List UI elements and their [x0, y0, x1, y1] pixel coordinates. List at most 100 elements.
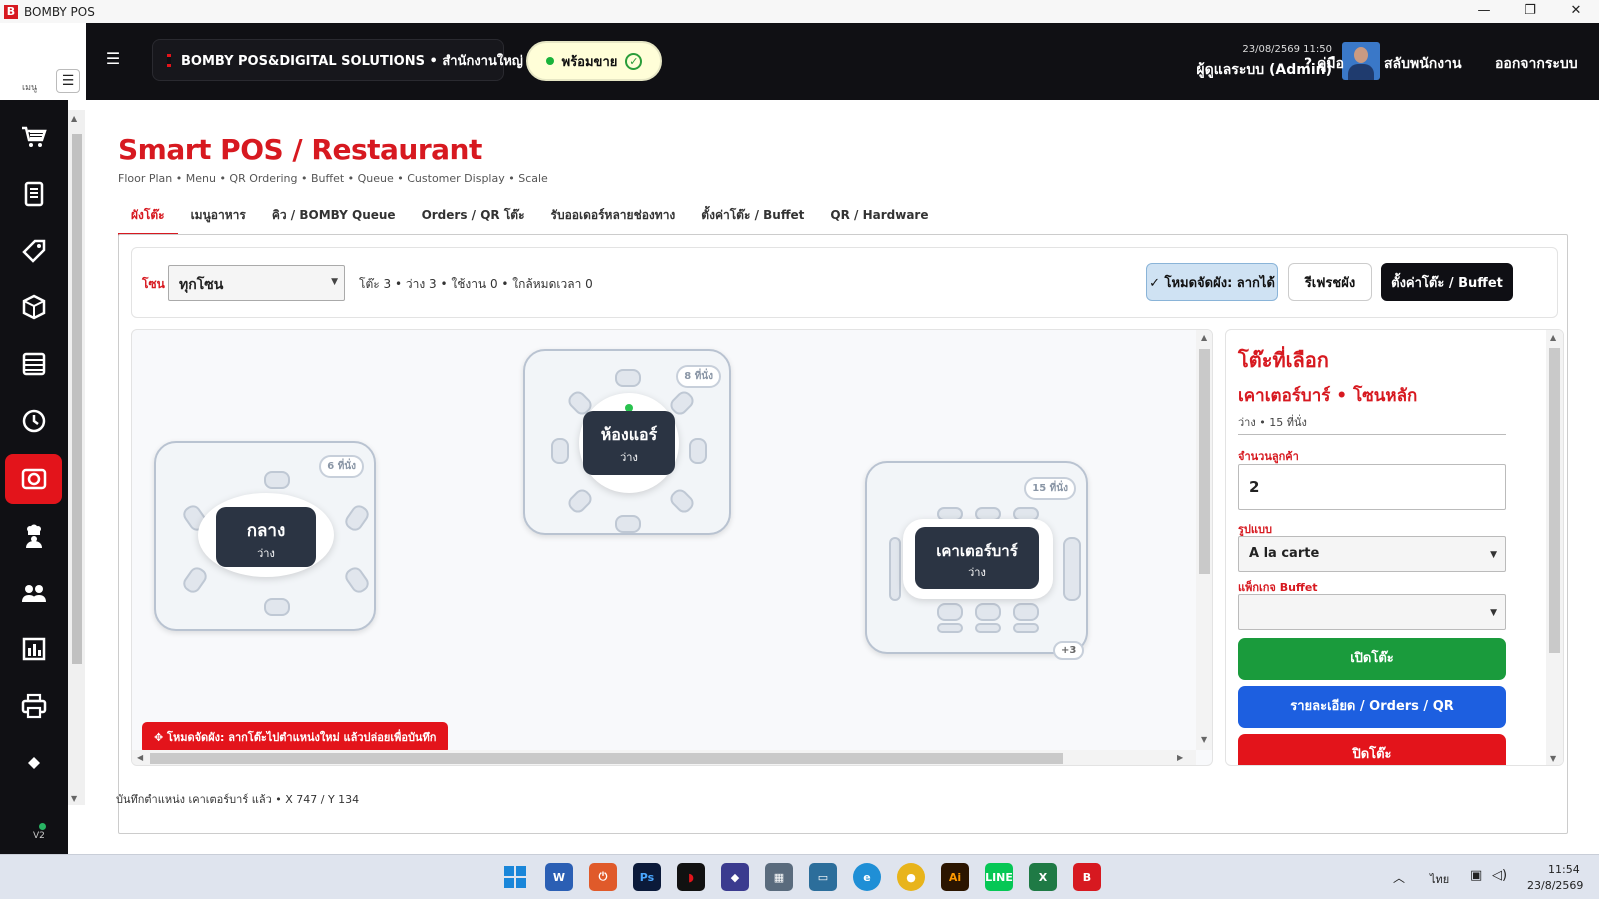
- taskbar-date[interactable]: 23/8/2569: [1527, 879, 1583, 892]
- tab-multichannel[interactable]: รับออเดอร์หลายช่องทาง: [538, 206, 689, 236]
- package-select[interactable]: ▼: [1238, 594, 1506, 630]
- restore-button[interactable]: ❐: [1507, 0, 1553, 23]
- avatar[interactable]: [1342, 42, 1380, 80]
- open-table-button[interactable]: เปิดโต๊ะ: [1238, 638, 1506, 680]
- canvas-vertical-scrollbar[interactable]: ▲ ▼: [1196, 330, 1212, 750]
- table-card-aircon[interactable]: 8 ที่นั่ง ห้องแอร์ ว่าง: [523, 349, 731, 535]
- sidebar-rail: [0, 100, 68, 854]
- sidebar-item-printer[interactable]: [5, 681, 62, 731]
- sidebar-item-customers[interactable]: [5, 568, 62, 618]
- floor-canvas[interactable]: 6 ที่นั่ง กลาง ว่าง 8 ที่นั่ง ห้องแอร์ ว…: [131, 329, 1213, 766]
- tab-orders[interactable]: Orders / QR โต๊ะ: [409, 206, 538, 236]
- chef-icon: [25, 524, 42, 548]
- volume-icon[interactable]: ◁): [1492, 868, 1507, 883]
- tab-menu[interactable]: เมนูอาหาร: [178, 206, 259, 236]
- check-circle-icon: ✓: [625, 52, 643, 70]
- saved-position-message: บันทึกตำแหน่ง เคาเตอร์บาร์ แล้ว • X 747 …: [116, 793, 360, 806]
- edge-icon[interactable]: e: [853, 863, 881, 891]
- page-title: Smart POS / Restaurant: [118, 133, 482, 166]
- table-settings-button[interactable]: ตั้งค่าโต๊ะ / Buffet: [1381, 263, 1513, 301]
- sidebar-item-inventory[interactable]: [5, 282, 62, 332]
- diamond-icon: [27, 757, 40, 769]
- bomby-icon[interactable]: B: [1073, 863, 1101, 891]
- app-header: ☰ BOMBY POS&DIGITAL SOLUTIONS • สำนักงาน…: [86, 23, 1599, 100]
- sidebar-item-pos[interactable]: [5, 112, 62, 162]
- table-card-center[interactable]: 6 ที่นั่ง กลาง ว่าง: [154, 441, 376, 631]
- tab-queue[interactable]: คิว / BOMBY Queue: [259, 206, 409, 236]
- branch-icon: [167, 53, 171, 67]
- table-name: เคาเตอร์บาร์: [936, 542, 1018, 560]
- details-orders-button[interactable]: รายละเอียด / Orders / QR: [1238, 686, 1506, 728]
- close-button[interactable]: ✕: [1553, 0, 1599, 23]
- main-content: Smart POS / Restaurant Floor Plan • Menu…: [86, 100, 1599, 854]
- refresh-layout-button[interactable]: รีเฟรชผัง: [1288, 263, 1372, 301]
- chevron-down-icon: ▼: [1490, 550, 1497, 560]
- sidebar-item-history[interactable]: [5, 396, 62, 446]
- screen-icon[interactable]: ▭: [809, 863, 837, 891]
- seat-count-badge: 8 ที่นั่ง: [676, 365, 721, 388]
- tab-floor-plan[interactable]: ผังโต๊ะ: [118, 206, 178, 236]
- word-icon[interactable]: W: [545, 863, 573, 891]
- tab-table-settings[interactable]: ตั้งค่าโต๊ะ / Buffet: [688, 206, 817, 236]
- sidebar-item-receipts[interactable]: [5, 169, 62, 219]
- table-card-bar-counter[interactable]: 15 ที่นั่ง เคาเตอร์บาร์ ว่าง +3: [865, 461, 1088, 660]
- sidebar-scrollbar[interactable]: ▲ ▼: [68, 110, 85, 805]
- sidebar-item-promotions[interactable]: [5, 226, 62, 276]
- canvas-horizontal-scrollbar[interactable]: ◀ ▶: [132, 750, 1196, 765]
- network-icon[interactable]: ▣: [1470, 868, 1482, 883]
- seat-count-badge: 15 ที่นั่ง: [1024, 477, 1076, 500]
- os-taskbar: W ⏻ Ps ◗ ◆ ▦ ▭ e ● Ai LINE X B ︿ ไทย ▣ ◁…: [0, 854, 1599, 899]
- header-menu-button[interactable]: ☰: [86, 39, 140, 81]
- zone-toolbar: โซน ทุกโซน ▼ โต๊ะ 3 • ว่าง 3 • ใช้งาน 0 …: [131, 247, 1558, 318]
- selected-table-info: ว่าง • 15 ที่นั่ง: [1238, 416, 1307, 429]
- status-dot-icon: [545, 57, 554, 65]
- tag-icon: [21, 239, 45, 263]
- power-icon[interactable]: ⏻: [589, 863, 617, 891]
- sidebar-item-list[interactable]: [5, 339, 62, 389]
- table-label: ห้องแอร์ ว่าง: [583, 411, 675, 475]
- taskbar-time[interactable]: 11:54: [1548, 863, 1580, 876]
- branch-selector[interactable]: BOMBY POS&DIGITAL SOLUTIONS • สำนักงานให…: [152, 39, 523, 81]
- close-table-button[interactable]: ปิดโต๊ะ: [1238, 734, 1506, 765]
- customers-label: จำนวนลูกค้า: [1238, 450, 1299, 463]
- version-label: V2: [33, 831, 45, 841]
- sidebar-toggle-button[interactable]: ☰: [56, 69, 80, 93]
- selected-heading: โต๊ะที่เลือก: [1238, 348, 1329, 372]
- layout-mode-button[interactable]: ✓ โหมดจัดผัง: ลากได้: [1146, 263, 1278, 301]
- calculator-icon[interactable]: ▦: [765, 863, 793, 891]
- help-link[interactable]: ? คู่มือ: [1304, 53, 1344, 75]
- chrome-icon[interactable]: ●: [897, 863, 925, 891]
- style-select[interactable]: A la carte ▼: [1238, 536, 1506, 572]
- box-icon: [22, 294, 45, 320]
- clock-icon: [22, 409, 45, 433]
- tab-qr-hardware[interactable]: QR / Hardware: [817, 206, 941, 236]
- photoshop-icon[interactable]: Ps: [633, 863, 661, 891]
- table-status: ว่าง: [620, 451, 638, 464]
- status-label: พร้อมขาย: [561, 54, 618, 70]
- receipt-icon: [24, 181, 43, 207]
- logout-link[interactable]: ออกจากระบบ: [1495, 53, 1578, 75]
- excel-icon[interactable]: X: [1029, 863, 1057, 891]
- minimize-button[interactable]: —: [1461, 0, 1507, 23]
- zone-select-value: ทุกโซน: [179, 277, 224, 293]
- customers-input[interactable]: 2: [1238, 464, 1506, 510]
- side-panel-scrollbar[interactable]: ▲ ▼: [1546, 330, 1563, 765]
- sidebar-item-kitchen[interactable]: [5, 511, 62, 561]
- line-icon[interactable]: LINE: [985, 863, 1013, 891]
- app-icon[interactable]: ◗: [677, 863, 705, 891]
- switch-staff-link[interactable]: สลับพนักงาน: [1384, 53, 1462, 75]
- tray-chevron-icon[interactable]: ︿: [1393, 869, 1405, 886]
- sidebar-item-more[interactable]: [5, 738, 62, 788]
- list-icon: [22, 352, 45, 376]
- sidebar-item-restaurant[interactable]: [5, 454, 62, 504]
- language-indicator[interactable]: ไทย: [1430, 870, 1449, 888]
- illustrator-icon[interactable]: Ai: [941, 863, 969, 891]
- selected-table-panel: โต๊ะที่เลือก เคาเตอร์บาร์ • โซนหลัก ว่าง…: [1225, 329, 1564, 766]
- sidebar-item-reports[interactable]: [5, 624, 62, 674]
- windows-start-icon[interactable]: [501, 863, 529, 891]
- floor-plan-panel: โซน ทุกโซน ▼ โต๊ะ 3 • ว่าง 3 • ใช้งาน 0 …: [118, 234, 1568, 834]
- style-select-value: A la carte: [1249, 546, 1320, 561]
- shield-app-icon[interactable]: ◆: [721, 863, 749, 891]
- zone-select[interactable]: ทุกโซน ▼: [168, 265, 345, 301]
- table-status: ว่าง: [257, 547, 275, 560]
